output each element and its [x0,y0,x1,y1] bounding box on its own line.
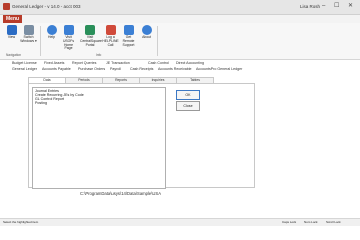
nav-tab[interactable]: JE Transaction [106,61,130,65]
about-label: About [142,35,151,39]
nav-tab[interactable]: General Ledger [12,67,37,71]
status-text: Select the highlighted item [3,220,39,224]
function-list[interactable]: Journal Entries Create Recurring JEs by … [32,87,166,189]
helpline-icon [105,25,116,35]
nav-tab[interactable]: Cash Receipts [130,67,153,71]
status-bar: Select the highlighted item Caps Lock Nu… [0,218,360,226]
home-page-label: Visit USOFs Home Page [62,35,75,51]
nav-tab[interactable]: Payroll [110,67,121,71]
about-button[interactable]: About [138,25,155,55]
num-lock-indicator: Num Lock [304,220,318,224]
window-title: General Ledger - v 14.0 - acct 003 [12,4,81,9]
tab-menu[interactable]: Menu [3,15,23,23]
minimize-icon[interactable]: – [322,3,325,9]
menu-bar: Menu [0,15,360,23]
group-divider [40,26,41,56]
nav-tab[interactable]: Purchase Orders [78,67,105,71]
scroll-lock-indicator: Scroll Lock [326,220,341,224]
group-label-info: Info [96,53,102,57]
maximize-icon[interactable]: ☐ [334,3,339,9]
nav-tab[interactable]: Cash Control [148,61,169,65]
nav-tabs-row-1: Budget License Fixed Assets Report Queri… [8,61,258,66]
user-name[interactable]: Lisa Rosh [300,4,320,9]
ok-button[interactable]: OK [176,90,200,100]
nav-tab[interactable]: Budget License [12,61,37,65]
switch-windows-button[interactable]: Switch Windows ▾ [20,25,37,55]
remote-support-button[interactable]: Get Remote Support [120,25,137,55]
help-label: Help [48,35,55,39]
close-button[interactable]: Close [176,101,200,111]
helpline-label: Log a HELPLINE Call [102,35,119,47]
data-path: C:\ProgramData\usys\14\Data\Sample\USA [80,191,161,196]
nav-tab[interactable]: AccountsPro General Ledger [196,67,242,71]
caps-lock-indicator: Caps Lock [282,220,297,224]
home-page-button[interactable]: Visit USOFs Home Page [60,25,77,55]
ribbon: View Switch Windows ▾ Navigation Help Vi… [0,23,360,60]
nav-tab[interactable]: Report Queries [72,61,96,65]
help-icon [46,25,57,35]
remote-support-label: Get Remote Support [122,35,135,47]
view-button[interactable]: View [3,25,20,55]
portal-label: Visit CentralSquare Portal [80,35,102,47]
view-icon [6,25,17,35]
group-divider [157,26,158,56]
home-page-icon [63,25,74,35]
nav-tab[interactable]: Fixed Assets [44,61,64,65]
portal-icon [85,25,95,35]
helpline-button[interactable]: Log a HELPLINE Call [102,25,119,55]
title-bar: General Ledger - v 14.0 - acct 003 Lisa … [0,0,360,15]
portal-button[interactable]: Visit CentralSquare Portal [80,25,102,55]
close-icon[interactable]: ✕ [348,3,353,9]
group-label-navigation: Navigation [6,53,22,57]
nav-tabs-row-2: General Ledger Accounts Payable Purchase… [8,67,258,72]
list-item[interactable]: Posting [35,101,47,105]
help-button[interactable]: Help [43,25,60,55]
remote-support-icon [123,25,134,35]
nav-tab[interactable]: Accounts Receivable [158,67,192,71]
switch-windows-label: Switch Windows ▾ [20,35,37,43]
app-logo-icon [3,3,10,10]
switch-windows-icon [23,25,34,35]
view-label: View [7,35,16,39]
nav-tab[interactable]: Direct Accounting [176,61,204,65]
about-icon [141,25,152,35]
nav-tab[interactable]: Accounts Payable [42,67,71,71]
